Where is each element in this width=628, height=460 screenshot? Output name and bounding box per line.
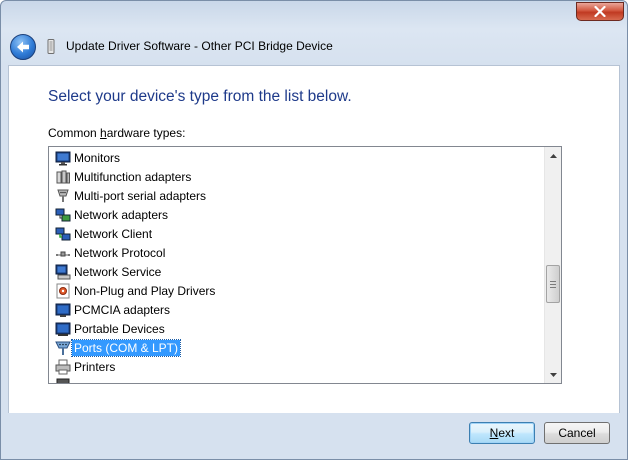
grip-line-icon xyxy=(550,283,556,285)
window-title: Update Driver Software - Other PCI Bridg… xyxy=(66,39,333,53)
scroll-up-button[interactable] xyxy=(545,147,561,164)
dialog-header: Update Driver Software - Other PCI Bridg… xyxy=(1,27,627,65)
network-adapter-icon xyxy=(55,208,71,221)
grip-line-icon xyxy=(550,280,556,282)
list-item[interactable]: Network Service xyxy=(49,262,545,281)
back-button[interactable] xyxy=(10,34,36,60)
list-item[interactable]: Printers xyxy=(49,357,545,376)
list-item[interactable]: Network adapters xyxy=(49,205,545,224)
printer-icon xyxy=(55,359,71,374)
list-item[interactable]: Ports (COM & LPT) xyxy=(49,338,545,357)
non-pnp-driver-icon xyxy=(56,283,70,298)
list-item[interactable]: Network Protocol xyxy=(49,243,545,262)
list-item[interactable]: Portable Devices xyxy=(49,319,545,338)
list-item[interactable]: Network Client xyxy=(49,224,545,243)
port-icon xyxy=(55,341,71,355)
dialog-footer: Next Cancel xyxy=(1,413,627,459)
device-icon xyxy=(47,39,55,54)
dialog-window: Update Driver Software - Other PCI Bridg… xyxy=(0,0,628,460)
list-item[interactable]: Non-Plug and Play Drivers xyxy=(49,281,545,300)
close-button[interactable] xyxy=(576,2,624,21)
scroll-thumb[interactable] xyxy=(546,265,560,303)
network-client-icon xyxy=(55,227,71,240)
partial-item-icon xyxy=(56,378,70,383)
back-arrow-icon xyxy=(17,41,29,53)
serial-adapter-icon xyxy=(57,189,69,202)
list-item[interactable]: Multi-port serial adapters xyxy=(49,186,545,205)
list-rows: Monitors Multifunction adapters Multi-po… xyxy=(49,148,545,383)
monitor-icon xyxy=(55,151,71,165)
portable-device-icon xyxy=(55,322,71,336)
list-item[interactable] xyxy=(49,376,545,383)
content-panel: Select your device's type from the list … xyxy=(8,65,620,413)
page-heading: Select your device's type from the list … xyxy=(48,88,352,105)
list-item[interactable]: Multifunction adapters xyxy=(49,167,545,186)
network-protocol-icon xyxy=(56,251,70,256)
pcmcia-icon xyxy=(55,303,71,317)
list-item[interactable]: Monitors xyxy=(49,148,545,167)
grip-line-icon xyxy=(550,286,556,288)
scroll-up-icon xyxy=(550,153,557,158)
scroll-down-button[interactable] xyxy=(545,366,561,383)
list-label: Common hardware types: xyxy=(48,126,186,140)
next-button[interactable]: Next xyxy=(469,422,535,444)
scroll-down-icon xyxy=(550,372,557,377)
cancel-button[interactable]: Cancel xyxy=(544,422,610,444)
list-scrollbar[interactable] xyxy=(544,147,561,383)
close-icon xyxy=(594,6,606,17)
list-item[interactable]: PCMCIA adapters xyxy=(49,300,545,319)
hardware-types-list[interactable]: Monitors Multifunction adapters Multi-po… xyxy=(48,146,562,384)
multifunction-adapter-icon xyxy=(56,170,70,183)
network-service-icon xyxy=(55,264,71,279)
